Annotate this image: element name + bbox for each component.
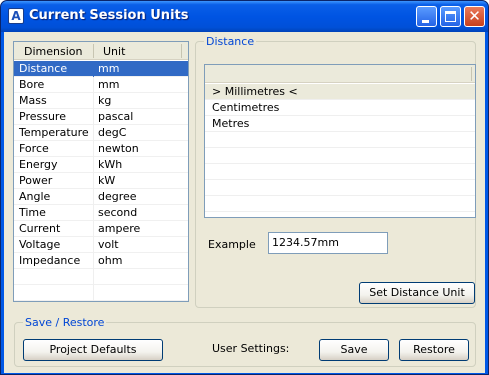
- unit-cell: newton: [98, 142, 139, 155]
- column-divider[interactable]: [181, 44, 182, 58]
- dimension-cell: Power: [19, 174, 53, 187]
- dimension-cell: Time: [19, 206, 46, 219]
- dimension-cell: Angle: [19, 190, 51, 203]
- cell-divider: [93, 189, 94, 205]
- dimension-cell: Pressure: [19, 110, 66, 123]
- dimension-cell: Bore: [19, 78, 45, 91]
- table-row[interactable]: Energy kWh: [14, 157, 188, 173]
- cell-divider: [93, 285, 94, 301]
- user-settings-label: User Settings:: [212, 342, 290, 355]
- empty-list-row[interactable]: [205, 164, 475, 180]
- units-dialog-window: A Current Session Units ✕ Dimension Unit…: [0, 0, 489, 375]
- distance-unit-list[interactable]: > Millimetres < Centimetres Metres: [204, 64, 476, 218]
- table-row[interactable]: Time second: [14, 205, 188, 221]
- unit-cell: volt: [98, 238, 119, 251]
- dialog-client-area: Dimension Unit Distance mm Bore mm Mass kg Pre…: [4, 32, 485, 373]
- empty-list-row[interactable]: [205, 196, 475, 212]
- save-restore-group-label: Save / Restore: [23, 316, 107, 329]
- cell-divider: [93, 61, 94, 77]
- empty-list-row[interactable]: [205, 148, 475, 164]
- cell-divider: [93, 157, 94, 173]
- dimension-cell: Distance: [19, 62, 68, 75]
- cell-divider: [93, 77, 94, 93]
- table-row[interactable]: Impedance ohm: [14, 253, 188, 269]
- cell-divider: [93, 253, 94, 269]
- dimension-cell: Voltage: [19, 238, 61, 251]
- close-icon: ✕: [468, 7, 481, 25]
- title-bar[interactable]: A Current Session Units ✕: [1, 1, 488, 32]
- table-row[interactable]: Mass kg: [14, 93, 188, 109]
- cell-divider: [93, 269, 94, 285]
- list-item[interactable]: Centimetres: [205, 100, 475, 116]
- cell-divider: [93, 173, 94, 189]
- unit-cell: degree: [98, 190, 137, 203]
- dimension-cell: Mass: [19, 94, 47, 107]
- option-label: Centimetres: [212, 101, 280, 114]
- dimension-cell: Current: [19, 222, 61, 235]
- list-item[interactable]: > Millimetres <: [205, 84, 475, 100]
- distance-group: Distance > Millimetres < Centimetres Metre…: [195, 35, 476, 308]
- unit-cell: second: [98, 206, 138, 219]
- save-button[interactable]: Save: [319, 339, 389, 361]
- cell-divider: [93, 141, 94, 157]
- cell-divider: [93, 221, 94, 237]
- unit-cell: mm: [98, 78, 120, 91]
- table-row[interactable]: [14, 269, 188, 285]
- empty-list-row[interactable]: [205, 180, 475, 196]
- distance-group-label: Distance: [204, 35, 257, 48]
- table-row[interactable]: Angle degree: [14, 189, 188, 205]
- dimension-cell: Impedance: [19, 254, 81, 267]
- cell-divider: [93, 205, 94, 221]
- cell-divider: [93, 93, 94, 109]
- column-header-dimension[interactable]: Dimension: [24, 45, 82, 58]
- cell-divider: [93, 109, 94, 125]
- table-row[interactable]: Voltage volt: [14, 237, 188, 253]
- unit-cell: mm: [98, 62, 120, 75]
- table-row[interactable]: Power kW: [14, 173, 188, 189]
- units-table[interactable]: Dimension Unit Distance mm Bore mm Mass kg Pre…: [13, 41, 189, 302]
- table-row[interactable]: Bore mm: [14, 77, 188, 93]
- table-row[interactable]: Force newton: [14, 141, 188, 157]
- unit-cell: ohm: [98, 254, 123, 267]
- example-label: Example: [208, 238, 256, 251]
- unit-cell: kg: [98, 94, 112, 107]
- save-restore-group: Save / Restore Project Defaults User Set…: [14, 316, 476, 367]
- cell-divider: [93, 125, 94, 141]
- units-table-body: Distance mm Bore mm Mass kg Pressure pascal Temp…: [14, 61, 188, 301]
- unit-cell: kW: [98, 174, 116, 187]
- cell-divider: [93, 237, 94, 253]
- distance-unit-list-header: [205, 65, 475, 83]
- dimension-cell: Temperature: [19, 126, 89, 139]
- project-defaults-button[interactable]: Project Defaults: [23, 339, 163, 361]
- list-item[interactable]: Metres: [205, 116, 475, 132]
- table-row[interactable]: Distance mm: [14, 61, 188, 77]
- maximize-button[interactable]: [440, 6, 461, 27]
- dimension-cell: Force: [19, 142, 49, 155]
- minimize-icon: [422, 20, 429, 23]
- units-table-header: Dimension Unit: [14, 42, 188, 60]
- unit-cell: degC: [98, 126, 127, 139]
- table-row[interactable]: Temperature degC: [14, 125, 188, 141]
- unit-cell: kWh: [98, 158, 123, 171]
- option-label: > Millimetres <: [212, 85, 298, 98]
- set-distance-unit-button[interactable]: Set Distance Unit: [359, 282, 475, 304]
- window-title: Current Session Units: [29, 8, 189, 23]
- close-button[interactable]: ✕: [464, 6, 485, 27]
- table-row[interactable]: Current ampere: [14, 221, 188, 237]
- empty-list-row[interactable]: [205, 132, 475, 148]
- unit-cell: ampere: [98, 222, 141, 235]
- restore-button[interactable]: Restore: [399, 339, 469, 361]
- example-field: 1234.57mm: [268, 232, 388, 254]
- table-row[interactable]: [14, 285, 188, 301]
- table-row[interactable]: Pressure pascal: [14, 109, 188, 125]
- unit-cell: pascal: [98, 110, 134, 123]
- app-icon: A: [8, 8, 24, 24]
- minimize-button[interactable]: [416, 6, 437, 27]
- column-divider[interactable]: [471, 67, 472, 81]
- maximize-icon: [445, 11, 456, 22]
- column-header-unit[interactable]: Unit: [103, 45, 125, 58]
- option-label: Metres: [212, 117, 250, 130]
- column-divider[interactable]: [93, 44, 94, 58]
- dimension-cell: Energy: [19, 158, 58, 171]
